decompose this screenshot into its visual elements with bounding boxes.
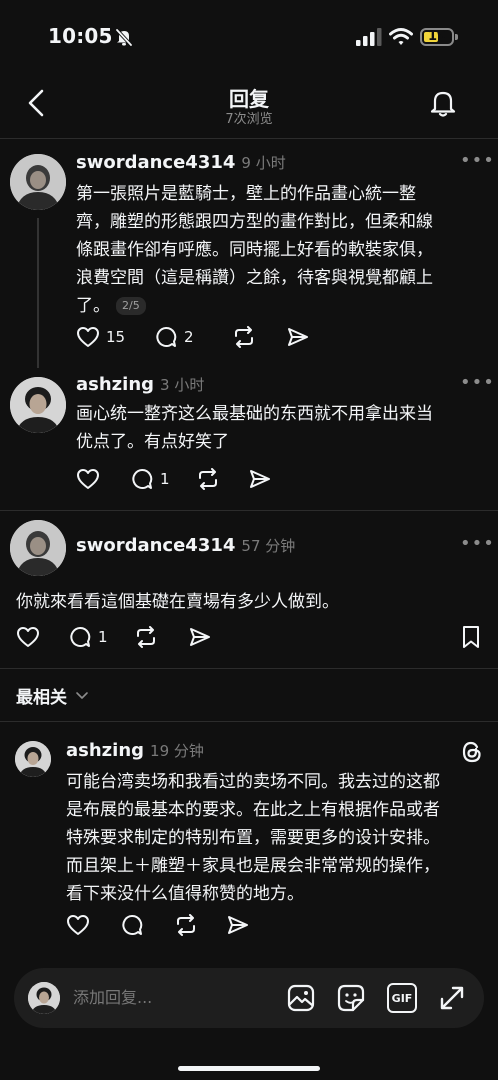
home-indicator [178,1066,320,1071]
comment-text: 第一張照片是藍騎士，壁上的作品畫心統一整 齊，雕塑的形態跟四方型的畫作對比，但柔… [76,184,433,316]
comment-text: 你就來看看這個基礎在賣場有多少人做到。 [16,592,339,612]
more-options-button[interactable]: ••• [460,150,495,171]
like-button[interactable]: 15 [76,326,154,348]
repost-button[interactable] [134,626,188,648]
section-divider [0,721,498,722]
gif-button[interactable]: GIF [387,983,417,1013]
sort-label: 最相关 [16,688,67,708]
share-icon [228,916,248,934]
bookmark-icon[interactable] [460,625,482,649]
repost-icon [235,326,253,348]
share-icon [190,628,210,646]
more-options-button[interactable]: ••• [460,533,495,554]
repost-icon [137,626,155,648]
reply-button[interactable]: 2 [154,326,232,348]
share-button[interactable] [226,914,250,936]
threads-logo-icon[interactable] [460,740,484,764]
action-row: 1 [16,626,212,648]
reply-button[interactable]: 1 [130,468,196,490]
sort-selector[interactable]: 最相关 [16,683,89,708]
action-row [66,914,250,936]
comment-header: ashzing 19 分钟 [66,740,204,761]
timestamp: 19 分钟 [150,742,204,760]
comment-icon [156,326,177,347]
bell-icon[interactable] [428,88,458,118]
comment-text: 画心统一整齐这么最基础的东西就不用拿出来当 优点了。有点好笑了 [76,404,433,452]
chevron-down-icon [76,691,88,699]
repost-button[interactable] [232,326,286,348]
share-button[interactable] [286,326,310,348]
battery-cap [455,34,458,40]
reply-input[interactable] [73,988,223,1007]
comment-header: swordance4314 57 分钟 [76,535,295,556]
wifi-icon [389,28,413,45]
section-divider [0,668,498,669]
heart-icon [17,627,39,647]
like-button[interactable] [16,626,68,648]
sticker-icon[interactable] [336,983,366,1013]
comment-divider [0,510,498,511]
heart-icon [77,469,99,489]
avatar [28,982,60,1014]
share-button[interactable] [188,626,212,648]
share-button[interactable] [248,468,272,490]
repost-icon [199,468,217,490]
view-count: 7次浏览 [225,112,273,127]
avatar[interactable] [10,154,66,210]
comment-icon [122,914,143,935]
share-icon [250,470,270,488]
image-icon[interactable] [286,983,316,1013]
reply-button[interactable]: 1 [68,626,134,648]
header-divider [0,138,498,139]
timestamp: 3 小时 [160,376,205,394]
status-time: 10:05 [48,24,113,48]
gif-icon: GIF [391,991,413,1005]
thread-line [37,218,39,368]
reply-button[interactable] [120,914,174,936]
heart-icon [67,915,89,935]
comment-text: 可能台湾卖场和我看过的卖场不同。我去过的这都 是布展的最基本的要求。在此之上有根… [66,772,440,904]
comment-header: ashzing 3 小时 [76,374,204,395]
like-button[interactable] [66,914,120,936]
comment-icon [70,626,91,647]
avatar[interactable] [10,520,66,576]
avatar[interactable] [10,377,66,433]
repost-button[interactable] [196,468,248,490]
timestamp: 9 小时 [241,154,286,172]
repost-button[interactable] [174,914,226,936]
username[interactable]: swordance4314 [76,535,235,556]
more-options-button[interactable]: ••• [460,372,495,393]
avatar[interactable] [15,741,51,777]
comment-icon [132,468,153,489]
username[interactable]: ashzing [76,374,154,395]
heart-icon [77,327,99,347]
username[interactable]: swordance4314 [76,152,235,173]
timestamp: 57 分钟 [241,537,296,555]
comment-header: swordance4314 9 小时 [76,152,286,173]
like-button[interactable] [76,468,130,490]
mute-bell-icon [115,28,133,47]
battery-indicator: 19 [420,28,454,46]
page-badge: 2/5 [116,297,146,315]
share-icon [288,328,308,346]
repost-icon [177,914,195,936]
action-row: 15 2 [76,326,310,348]
expand-icon[interactable] [437,983,467,1013]
username[interactable]: ashzing [66,740,144,761]
signal-icon [356,28,382,46]
action-row: 1 [76,468,272,490]
